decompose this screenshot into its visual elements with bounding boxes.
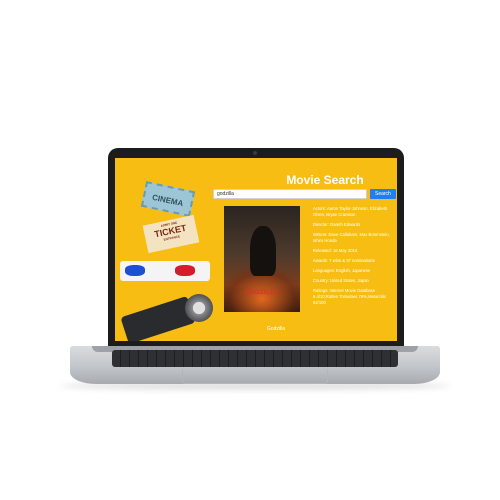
admit-ticket-image: ADMIT ONE TICKET ENTRANCE — [142, 214, 200, 254]
movie-country: Country: United States, Japan — [313, 278, 369, 283]
film-camera-body — [120, 295, 196, 341]
movie-released: Released: 16 May 2014 — [313, 248, 358, 253]
search-bar: Search — [213, 189, 396, 199]
poster-title: GODZILLA — [244, 290, 280, 296]
red-lens — [175, 265, 195, 276]
movie-poster: GODZILLA — [224, 206, 300, 312]
search-input[interactable] — [213, 189, 367, 199]
laptop-keyboard — [112, 350, 398, 367]
search-button[interactable]: Search — [370, 189, 396, 199]
movie-director: Director: Gareth Edwards — [313, 222, 361, 227]
movie-ratings: Ratings: Internet Movie Database 6.4/10,… — [313, 288, 387, 305]
cinema-ticket-image: CINEMA — [140, 181, 196, 217]
movie-footer-title: Godzilla — [266, 326, 286, 332]
cinema-ticket-label: CINEMA — [151, 192, 185, 209]
blue-lens — [125, 265, 145, 276]
laptop-screen: CINEMA ADMIT ONE TICKET ENTRANCE Movie S… — [115, 158, 397, 341]
movie-awards: Awards: 7 wins & 37 nominations — [313, 258, 375, 263]
movie-languages: Languages: English, Japanese — [313, 268, 371, 273]
page-title: Movie Search — [286, 173, 364, 187]
3d-glasses-image — [120, 261, 210, 281]
webcam — [253, 151, 257, 155]
movie-writers: Writers: Dave Callaham, Max Borenstein, … — [313, 232, 390, 243]
movie-actors: Actors: Aaron Taylor-Johnson, Elizabeth … — [313, 206, 388, 217]
movie-details: Actors: Aaron Taylor-Johnson, Elizabeth … — [313, 206, 395, 310]
laptop-trackpad — [182, 369, 328, 384]
laptop-lid: CINEMA ADMIT ONE TICKET ENTRANCE Movie S… — [108, 148, 404, 348]
film-camera-image — [115, 286, 227, 341]
film-reel — [185, 294, 213, 322]
poster-monster-silhouette — [250, 226, 276, 276]
